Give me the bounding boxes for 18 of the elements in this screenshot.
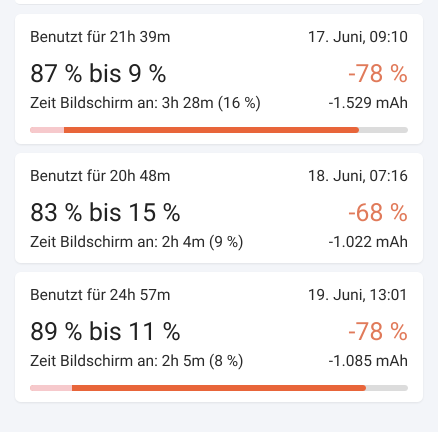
screen-on-time: Zeit Bildschirm an: 2h 5m (8 %) <box>30 352 244 370</box>
usage-duration: Benutzt für 20h 48m <box>30 167 171 185</box>
usage-duration: Benutzt für 24h 57m <box>30 286 171 304</box>
session-date: 17. Juni, 09:10 <box>308 28 408 46</box>
battery-drop: -78 % <box>348 60 408 88</box>
capacity-used: -1.022 mAh <box>328 233 408 251</box>
session-date: 18. Juni, 07:16 <box>308 167 408 185</box>
usage-duration: Benutzt für 21h 39m <box>30 28 171 46</box>
battery-drop: -68 % <box>348 198 408 228</box>
screen-on-time: Zeit Bildschirm an: 3h 28m (16 %) <box>30 94 261 112</box>
battery-range: 83 % bis 15 % <box>30 198 181 228</box>
capacity-used: -1.529 mAh <box>328 94 408 112</box>
battery-drop: -78 % <box>348 318 408 346</box>
session-date: 19. Juni, 13:01 <box>308 286 408 304</box>
battery-range: 87 % bis 9 % <box>30 60 167 88</box>
battery-range: 89 % bis 11 % <box>30 318 181 346</box>
screen-on-time: Zeit Bildschirm an: 2h 4m (9 %) <box>30 233 244 251</box>
capacity-used: -1.085 mAh <box>328 352 408 370</box>
